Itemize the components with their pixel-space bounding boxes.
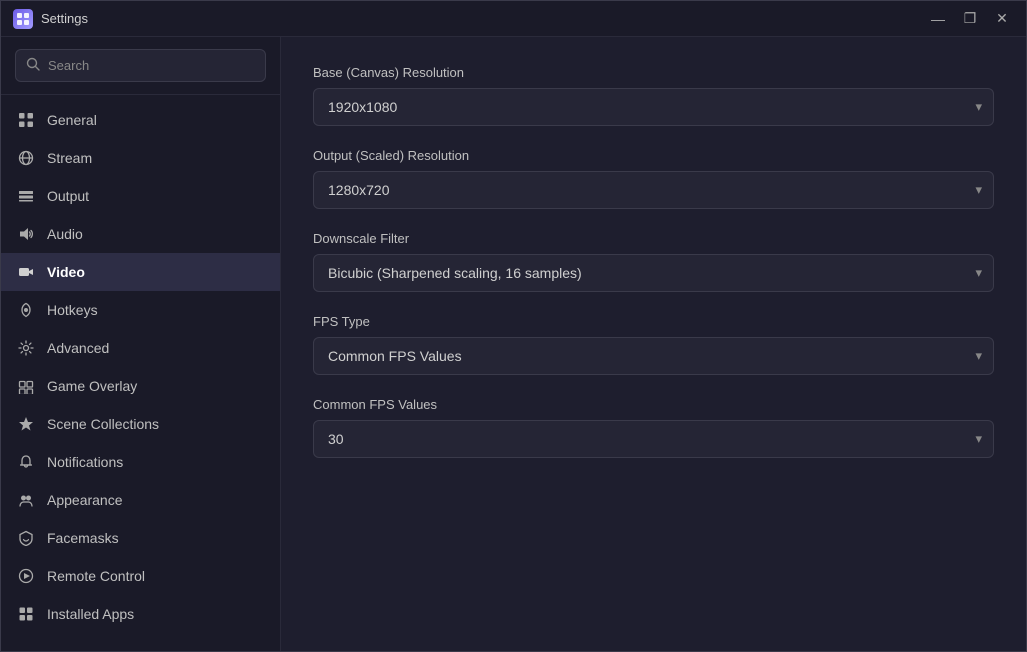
hotkeys-label: Hotkeys <box>47 302 98 318</box>
stream-icon <box>17 149 35 167</box>
notifications-label: Notifications <box>47 454 123 470</box>
output-resolution-label: Output (Scaled) Resolution <box>313 148 994 163</box>
stream-label: Stream <box>47 150 92 166</box>
downscale-filter-label: Downscale Filter <box>313 231 994 246</box>
general-icon <box>17 111 35 129</box>
downscale-filter-select[interactable]: Bicubic (Sharpened scaling, 16 samples) … <box>313 254 994 292</box>
window-title: Settings <box>41 11 926 26</box>
hotkeys-icon <box>17 301 35 319</box>
common-fps-label: Common FPS Values <box>313 397 994 412</box>
downscale-filter-wrapper: Bicubic (Sharpened scaling, 16 samples) … <box>313 254 994 292</box>
sidebar: General Stream <box>1 37 281 651</box>
nav-list: General Stream <box>1 95 280 651</box>
facemasks-label: Facemasks <box>47 530 119 546</box>
sidebar-item-video[interactable]: Video <box>1 253 280 291</box>
output-resolution-wrapper: 1280x720 1920x1080 854x480 640x360 ▾ <box>313 171 994 209</box>
sidebar-item-general[interactable]: General <box>1 101 280 139</box>
facemasks-icon <box>17 529 35 547</box>
content-area: General Stream <box>1 37 1026 651</box>
sidebar-item-stream[interactable]: Stream <box>1 139 280 177</box>
remote-control-icon <box>17 567 35 585</box>
settings-window: Settings — ❐ ✕ <box>0 0 1027 652</box>
video-icon <box>17 263 35 281</box>
sidebar-item-hotkeys[interactable]: Hotkeys <box>1 291 280 329</box>
scene-collections-label: Scene Collections <box>47 416 159 432</box>
downscale-filter-group: Downscale Filter Bicubic (Sharpened scal… <box>313 231 994 292</box>
output-label: Output <box>47 188 89 204</box>
remote-control-label: Remote Control <box>47 568 145 584</box>
fps-type-select[interactable]: Common FPS Values Integer FPS Value Frac… <box>313 337 994 375</box>
search-container <box>1 37 280 95</box>
window-controls: — ❐ ✕ <box>926 7 1014 31</box>
search-box <box>15 49 266 82</box>
game-overlay-icon <box>17 377 35 395</box>
sidebar-item-appearance[interactable]: Appearance <box>1 481 280 519</box>
fps-type-wrapper: Common FPS Values Integer FPS Value Frac… <box>313 337 994 375</box>
output-resolution-group: Output (Scaled) Resolution 1280x720 1920… <box>313 148 994 209</box>
installed-apps-icon <box>17 605 35 623</box>
base-resolution-label: Base (Canvas) Resolution <box>313 65 994 80</box>
sidebar-item-game-overlay[interactable]: Game Overlay <box>1 367 280 405</box>
output-icon <box>17 187 35 205</box>
sidebar-item-facemasks[interactable]: Facemasks <box>1 519 280 557</box>
sidebar-item-output[interactable]: Output <box>1 177 280 215</box>
search-input[interactable] <box>48 58 255 73</box>
main-panel: Base (Canvas) Resolution 1920x1080 1280x… <box>281 37 1026 651</box>
fps-type-group: FPS Type Common FPS Values Integer FPS V… <box>313 314 994 375</box>
appearance-icon <box>17 491 35 509</box>
fps-type-label: FPS Type <box>313 314 994 329</box>
game-overlay-label: Game Overlay <box>47 378 137 394</box>
scene-collections-icon <box>17 415 35 433</box>
common-fps-wrapper: 24 25 29.97 30 48 60 ▾ <box>313 420 994 458</box>
notifications-icon <box>17 453 35 471</box>
titlebar: Settings — ❐ ✕ <box>1 1 1026 37</box>
maximize-button[interactable]: ❐ <box>958 7 982 31</box>
general-label: General <box>47 112 97 128</box>
advanced-label: Advanced <box>47 340 109 356</box>
audio-label: Audio <box>47 226 83 242</box>
sidebar-item-remote-control[interactable]: Remote Control <box>1 557 280 595</box>
base-resolution-group: Base (Canvas) Resolution 1920x1080 1280x… <box>313 65 994 126</box>
output-resolution-select[interactable]: 1280x720 1920x1080 854x480 640x360 <box>313 171 994 209</box>
installed-apps-label: Installed Apps <box>47 606 134 622</box>
appearance-label: Appearance <box>47 492 123 508</box>
search-icon <box>26 57 40 74</box>
sidebar-item-installed-apps[interactable]: Installed Apps <box>1 595 280 633</box>
common-fps-select[interactable]: 24 25 29.97 30 48 60 <box>313 420 994 458</box>
video-label: Video <box>47 264 85 280</box>
sidebar-item-audio[interactable]: Audio <box>1 215 280 253</box>
sidebar-item-notifications[interactable]: Notifications <box>1 443 280 481</box>
base-resolution-select[interactable]: 1920x1080 1280x720 2560x1440 3840x2160 <box>313 88 994 126</box>
common-fps-group: Common FPS Values 24 25 29.97 30 48 60 ▾ <box>313 397 994 458</box>
audio-icon <box>17 225 35 243</box>
advanced-icon <box>17 339 35 357</box>
close-button[interactable]: ✕ <box>990 7 1014 31</box>
base-resolution-wrapper: 1920x1080 1280x720 2560x1440 3840x2160 ▾ <box>313 88 994 126</box>
sidebar-item-scene-collections[interactable]: Scene Collections <box>1 405 280 443</box>
sidebar-item-advanced[interactable]: Advanced <box>1 329 280 367</box>
app-icon <box>13 9 33 29</box>
minimize-button[interactable]: — <box>926 7 950 31</box>
